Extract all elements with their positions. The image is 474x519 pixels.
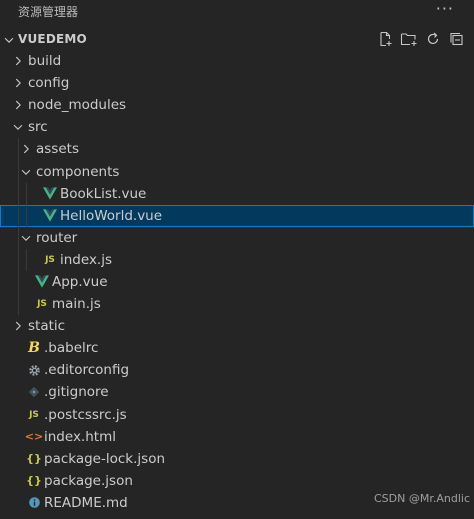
tree-item-label: package.json — [44, 472, 133, 489]
new-file-icon[interactable] — [374, 28, 396, 50]
indent-guide — [18, 270, 19, 294]
chevron-right-icon[interactable] — [18, 141, 34, 157]
tree-item-label: BookList.vue — [60, 185, 147, 202]
chevron-down-icon[interactable] — [2, 32, 16, 46]
info-icon — [26, 495, 42, 511]
twistie-spacer — [10, 340, 26, 356]
file-item-package-json[interactable]: {} package.json — [0, 470, 474, 492]
twistie-spacer — [26, 252, 42, 268]
tree-item-label: .babelrc — [44, 340, 99, 357]
git-icon — [26, 384, 42, 400]
indent-guide — [18, 226, 19, 249]
chevron-down-icon[interactable] — [18, 230, 34, 246]
file-item-editorconfig[interactable]: .editorconfig — [0, 359, 474, 381]
vue-file-icon — [34, 274, 50, 290]
folder-item-static[interactable]: static — [0, 315, 474, 337]
folder-item-build[interactable]: build — [0, 50, 474, 72]
vue-file-icon — [42, 186, 58, 202]
file-item-index-html[interactable]: <> index.html — [0, 426, 474, 448]
tree-item-label: static — [28, 318, 66, 335]
babel-file-icon: B — [28, 340, 40, 357]
chevron-right-icon[interactable] — [10, 318, 26, 334]
chevron-right-icon[interactable] — [10, 53, 26, 69]
folder-item-src[interactable]: src — [0, 116, 474, 138]
js-file-icon: JS — [29, 409, 39, 420]
twistie-spacer — [10, 384, 26, 400]
twistie-spacer — [10, 362, 26, 378]
json-file-icon: {} — [26, 474, 42, 488]
json-file-icon: {} — [26, 452, 42, 466]
twistie-spacer — [10, 473, 26, 489]
file-item-main-js[interactable]: JS main.js — [0, 293, 474, 316]
tree-item-label: build — [28, 53, 62, 70]
tree-item-label: node_modules — [28, 97, 127, 114]
tree-item-label: index.js — [60, 251, 113, 268]
tree-item-label: HelloWorld.vue — [60, 207, 163, 224]
file-item-booklist-vue[interactable]: BookList.vue — [0, 182, 474, 205]
tree-item-label: App.vue — [52, 273, 108, 290]
indent-guide — [18, 160, 19, 183]
file-item-babelrc[interactable]: B .babelrc — [0, 337, 474, 359]
folder-item-router[interactable]: router — [0, 226, 474, 249]
file-item-helloworld-vue[interactable]: HelloWorld.vue — [0, 204, 474, 227]
tree-item-label: router — [36, 229, 78, 246]
workspace-title: VUEDEMO — [18, 32, 87, 46]
twistie-spacer — [10, 451, 26, 467]
twistie-spacer — [26, 208, 42, 224]
indent-guide — [18, 293, 19, 316]
tree-item-label: README.md — [44, 494, 128, 511]
tree-item-label: config — [28, 75, 70, 92]
chevron-down-icon[interactable] — [10, 119, 26, 135]
twistie-spacer — [18, 274, 34, 290]
vue-file-icon — [42, 208, 58, 224]
tree-item-label: .editorconfig — [44, 362, 130, 379]
folder-item-config[interactable]: config — [0, 72, 474, 94]
twistie-spacer — [26, 186, 42, 202]
chevron-right-icon[interactable] — [10, 97, 26, 113]
folder-item-node-modules[interactable]: node_modules — [0, 94, 474, 116]
indent-guide — [26, 182, 27, 205]
collapse-all-icon[interactable] — [446, 28, 468, 50]
indent-guide — [18, 248, 19, 271]
gear-icon — [26, 362, 42, 378]
file-item-index-js[interactable]: JS index.js — [0, 248, 474, 271]
tree-item-label: index.html — [44, 428, 116, 445]
watermark: CSDN @Mr.Andlic — [374, 492, 470, 505]
tree-item-label: package-lock.json — [44, 450, 166, 467]
new-folder-icon[interactable] — [398, 28, 420, 50]
indent-guide — [26, 248, 27, 271]
file-tree: build config node_modulessrc assets componen… — [0, 50, 474, 514]
tree-item-label: src — [28, 119, 48, 136]
file-item-package-lock-json[interactable]: {} package-lock.json — [0, 448, 474, 470]
tree-item-label: components — [36, 163, 120, 180]
workspace-section-header[interactable]: VUEDEMO — [0, 28, 474, 50]
js-file-icon: JS — [45, 254, 55, 265]
file-item-gitignore[interactable]: .gitignore — [0, 381, 474, 403]
chevron-down-icon[interactable] — [18, 164, 34, 180]
tree-item-label: .postcssrc.js — [44, 406, 127, 423]
tree-item-label: assets — [36, 141, 79, 158]
explorer-panel-header: 资源管理器 ··· — [0, 0, 474, 22]
tree-item-label: .gitignore — [44, 384, 109, 401]
section-actions — [372, 28, 468, 50]
chevron-right-icon[interactable] — [10, 75, 26, 91]
more-actions-icon[interactable]: ··· — [436, 0, 454, 22]
panel-title: 资源管理器 — [18, 4, 79, 19]
js-file-icon: JS — [37, 299, 47, 310]
twistie-spacer — [18, 296, 34, 312]
indent-guide — [18, 138, 19, 161]
folder-item-assets[interactable]: assets — [0, 138, 474, 161]
html-file-icon: <> — [24, 430, 44, 444]
file-item-postcssrc-js[interactable]: JS .postcssrc.js — [0, 404, 474, 426]
indent-guide — [18, 182, 19, 205]
folder-item-components[interactable]: components — [0, 160, 474, 183]
tree-item-label: main.js — [52, 296, 101, 313]
twistie-spacer — [10, 429, 26, 445]
twistie-spacer — [10, 407, 26, 423]
twistie-spacer — [10, 495, 26, 511]
indent-guide — [18, 204, 19, 227]
file-item-app-vue[interactable]: App.vue — [0, 270, 474, 294]
refresh-icon[interactable] — [422, 28, 444, 50]
indent-guide — [26, 204, 27, 227]
